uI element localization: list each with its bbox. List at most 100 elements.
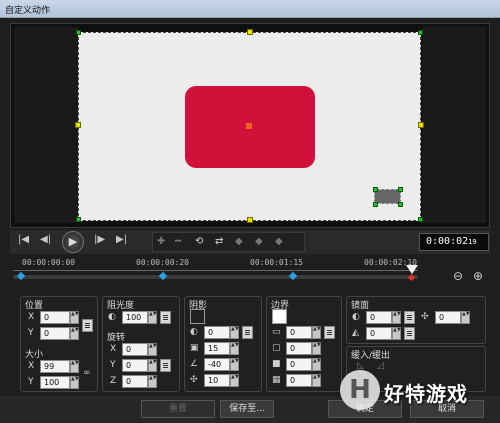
timecode-main: 0:00:02	[426, 236, 469, 247]
resize-handle[interactable]	[373, 187, 378, 192]
rotation-y-spinner[interactable]: ▲▼	[148, 359, 157, 372]
rotation-y-field[interactable]: 0	[122, 359, 148, 372]
opacity-spinner[interactable]: ▲▼	[148, 311, 157, 324]
rotation-z-field[interactable]: 0	[122, 375, 148, 388]
corner-handle[interactable]	[76, 30, 81, 35]
reset-button[interactable]: 重置	[141, 400, 215, 418]
add-keyframe-icon[interactable]: ✚	[157, 236, 165, 247]
rotation-z-spinner[interactable]: ▲▼	[148, 375, 157, 388]
border-softness-field[interactable]: 0	[286, 374, 312, 387]
rotation-x-field[interactable]: 0	[122, 343, 148, 356]
center-point-handle[interactable]	[246, 123, 252, 129]
opacity-menu-icon[interactable]	[160, 311, 171, 324]
mirror-opacity-spinner[interactable]: ▲▼	[392, 311, 401, 324]
next-keyframe-icon[interactable]: ◆	[275, 236, 283, 247]
shadow-angle-spinner[interactable]: ▲▼	[230, 358, 239, 371]
border-spread-icon: ■	[272, 359, 281, 369]
resize-handle[interactable]	[398, 187, 403, 192]
shadow-color-swatch[interactable]	[190, 309, 205, 324]
shadow-opacity-icon: ◐	[190, 327, 198, 337]
link-icon[interactable]: ∞	[83, 368, 91, 378]
go-to-end-icon[interactable]: ▶|	[116, 234, 127, 245]
red-rounded-rectangle[interactable]	[185, 86, 315, 168]
position-x-field[interactable]: 0	[40, 311, 70, 324]
corner-handle[interactable]	[418, 30, 423, 35]
go-to-start-icon[interactable]: |◀	[18, 234, 29, 245]
watermark-text: 好特游戏	[384, 382, 468, 406]
position-title: 位置	[25, 301, 44, 311]
mirror-panel: 镜面 ◐ 0 ▲▼ ◭ 0 ▲▼ ✣ 0 ▲▼	[346, 296, 486, 344]
corner-handle[interactable]	[418, 217, 423, 222]
opacity-icon: ◐	[108, 312, 116, 322]
remove-keyframe-icon[interactable]: ━	[175, 236, 181, 247]
timecode-display[interactable]: 0:00:0219	[419, 233, 489, 251]
reverse-keyframe-icon[interactable]: ⟲	[195, 236, 203, 247]
move-left-keyframe-icon[interactable]: ◆	[235, 236, 243, 247]
edge-handle-left[interactable]	[75, 122, 81, 128]
opacity-title: 阻光度	[107, 301, 135, 311]
position-y-label: Y	[28, 328, 34, 338]
resize-handle[interactable]	[398, 202, 403, 207]
shadow-opacity-field[interactable]: 0	[204, 326, 230, 339]
mirror-fade-spinner[interactable]: ▲▼	[461, 311, 470, 324]
mirror-fade-field[interactable]: 0	[435, 311, 461, 324]
position-x-label: X	[28, 312, 35, 322]
border-spread-spinner[interactable]: ▲▼	[312, 358, 321, 371]
border-menu-icon[interactable]	[324, 326, 335, 339]
shadow-opacity-spinner[interactable]: ▲▼	[230, 326, 239, 339]
border-radius-field[interactable]: 0	[286, 342, 312, 355]
time-ruler	[13, 270, 418, 274]
previous-frame-icon[interactable]: ◀|	[40, 234, 51, 245]
position-x-spinner[interactable]: ▲▼	[70, 311, 79, 324]
border-width-field[interactable]: 0	[286, 326, 312, 339]
rotation-menu-icon[interactable]	[160, 359, 171, 372]
swap-keyframe-icon[interactable]: ⇄	[215, 236, 223, 247]
mirror-opacity-field[interactable]: 0	[366, 311, 392, 324]
size-y-spinner[interactable]: ▲▼	[70, 376, 79, 389]
size-y-field[interactable]: 100	[40, 376, 70, 389]
resize-handle[interactable]	[373, 202, 378, 207]
small-gray-rectangle[interactable]	[374, 189, 401, 204]
zoom-out-icon[interactable]: ⊖	[453, 269, 463, 283]
rotation-x-spinner[interactable]: ▲▼	[148, 343, 157, 356]
title-bar: 自定义动作	[0, 0, 500, 18]
shadow-angle-field[interactable]: -40	[204, 358, 230, 371]
edge-handle-right[interactable]	[418, 122, 424, 128]
zoom-in-icon[interactable]: ⊕	[473, 269, 483, 283]
size-y-label: Y	[28, 377, 34, 387]
mirror-opacity-icon: ◐	[352, 312, 360, 322]
save-to-button[interactable]: 保存至...	[220, 400, 274, 418]
mirror-distance-field[interactable]: 0	[366, 327, 392, 340]
border-panel: 边界 ▭ 0 ▲▼ ▢ 0 ▲▼ ■ 0 ▲▼ ▦ 0 ▲▼	[266, 296, 342, 392]
border-spread-field[interactable]: 0	[286, 358, 312, 371]
size-x-spinner[interactable]: ▲▼	[70, 360, 79, 373]
rotation-z-label: Z	[110, 376, 117, 386]
opacity-field[interactable]: 100	[122, 311, 148, 324]
border-width-spinner[interactable]: ▲▼	[312, 326, 321, 339]
play-button[interactable]: ▶	[62, 231, 84, 253]
edge-handle-bottom[interactable]	[247, 217, 253, 223]
mirror-menu-icon-2[interactable]	[404, 327, 415, 340]
position-y-field[interactable]: 0	[40, 327, 70, 340]
border-softness-spinner[interactable]: ▲▼	[312, 374, 321, 387]
move-right-keyframe-icon[interactable]: ◆	[255, 236, 263, 247]
corner-handle[interactable]	[76, 217, 81, 222]
border-color-swatch[interactable]	[272, 309, 287, 324]
shadow-blur-field[interactable]: 15	[204, 342, 230, 355]
position-y-spinner[interactable]: ▲▼	[70, 327, 79, 340]
border-radius-spinner[interactable]: ▲▼	[312, 342, 321, 355]
edge-handle-top[interactable]	[247, 29, 253, 35]
mirror-menu-icon[interactable]	[404, 311, 415, 324]
rotation-x-label: X	[110, 344, 117, 354]
shadow-blur-spinner[interactable]: ▲▼	[230, 342, 239, 355]
preview-canvas[interactable]	[78, 32, 421, 221]
shadow-menu-icon[interactable]	[242, 326, 253, 339]
keyframe-track[interactable]	[13, 275, 418, 279]
position-menu-icon[interactable]	[82, 319, 93, 332]
mirror-distance-spinner[interactable]: ▲▼	[392, 327, 401, 340]
shadow-distance-field[interactable]: 10	[204, 374, 230, 387]
size-x-field[interactable]: 99	[40, 360, 70, 373]
timeline[interactable]: 00:00:00:00 00:00:00:20 00:00:01:15 00:0…	[10, 256, 490, 292]
shadow-distance-spinner[interactable]: ▲▼	[230, 374, 239, 387]
next-frame-icon[interactable]: |▶	[94, 234, 105, 245]
